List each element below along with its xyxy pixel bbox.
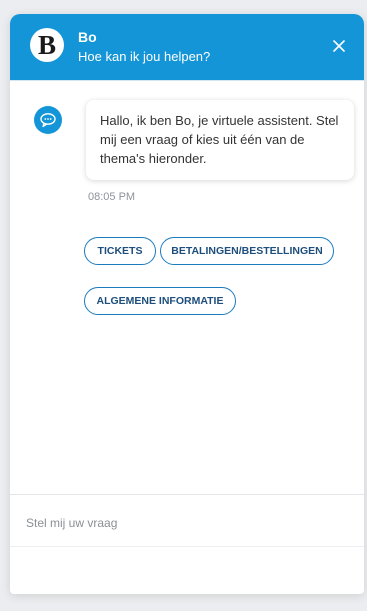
- message-input[interactable]: [26, 511, 346, 535]
- close-button[interactable]: [328, 35, 350, 57]
- message-timestamp: 08:05 PM: [88, 191, 136, 203]
- chat-widget: B Bo Hoe kan ik jou helpen? Hallo, ik be…: [10, 14, 364, 594]
- quick-reply-tickets[interactable]: TICKETS: [84, 237, 156, 265]
- composer-divider: [10, 494, 364, 495]
- quick-reply-general-info[interactable]: ALGEMENE INFORMATIE: [84, 287, 236, 315]
- chat-header: B Bo Hoe kan ik jou helpen?: [10, 14, 364, 80]
- bot-logo: B: [30, 28, 64, 62]
- bot-name: Bo: [78, 29, 97, 45]
- close-icon: [333, 40, 345, 52]
- header-divider: [10, 80, 364, 81]
- bot-avatar: [34, 106, 62, 134]
- quick-reply-payments-orders[interactable]: BETALINGEN/BESTELLINGEN: [160, 237, 334, 265]
- composer-bottom-divider: [10, 546, 364, 547]
- header-subtitle: Hoe kan ik jou helpen?: [78, 49, 211, 64]
- bot-message-bubble: Hallo, ik ben Bo, je virtuele assistent.…: [86, 100, 354, 180]
- chat-bubble-icon: [40, 113, 56, 128]
